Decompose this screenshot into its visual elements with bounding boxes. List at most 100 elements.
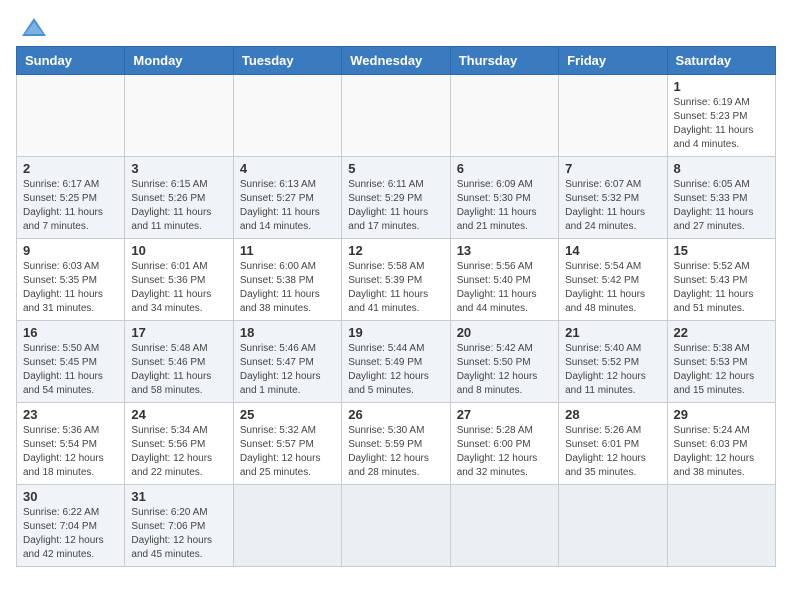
day-number: 31 [131,489,226,504]
day-number: 5 [348,161,443,176]
calendar-day-cell: 19 Sunrise: 5:44 AM Sunset: 5:49 PM Dayli… [342,321,450,403]
calendar-day-cell: 14Sunrise: 5:54 AM Sunset: 5:42 PM Dayli… [559,239,667,321]
calendar-week-row: 16 Sunrise: 5:50 AM Sunset: 5:45 PM Dayli… [17,321,776,403]
day-info: Sunrise: 6:03 AM Sunset: 5:35 PM Dayligh… [23,260,118,316]
day-info: Sunrise: 6:07 AM Sunset: 5:32 PM Dayligh… [565,178,660,234]
day-number: 27 [457,407,552,422]
day-info: Sunrise: 5:40 AM Sunset: 5:52 PM Dayligh… [565,342,660,398]
day-info: Sunrise: 5:34 AM Sunset: 5:56 PM Dayligh… [131,424,226,480]
day-info: Sunrise: 6:20 AM Sunset: 7:06 PM Dayligh… [131,506,226,562]
calendar-day-cell: 31 Sunrise: 6:20 AM Sunset: 7:06 PM Dayli… [125,485,233,567]
day-number: 1 [674,79,769,94]
day-number: 2 [23,161,118,176]
day-info: Sunrise: 6:15 AM Sunset: 5:26 PM Dayligh… [131,178,226,234]
calendar-day-cell: 8 Sunrise: 6:05 AM Sunset: 5:33 PM Daylig… [667,157,775,239]
day-number: 16 [23,325,118,340]
page-header [16,16,776,38]
day-number: 15 [674,243,769,258]
calendar-week-row: 1 Sunrise: 6:19 AM Sunset: 5:23 PM Daylig… [17,75,776,157]
weekday-header: Saturday [667,47,775,75]
calendar-day-cell [233,485,341,567]
day-number: 10 [131,243,226,258]
day-number: 3 [131,161,226,176]
day-info: Sunrise: 6:19 AM Sunset: 5:23 PM Dayligh… [674,96,769,152]
calendar-day-cell: 16 Sunrise: 5:50 AM Sunset: 5:45 PM Dayli… [17,321,125,403]
day-info: Sunrise: 5:58 AM Sunset: 5:39 PM Dayligh… [348,260,443,316]
calendar-header-row: SundayMondayTuesdayWednesdayThursdayFrid… [17,47,776,75]
day-info: Sunrise: 6:13 AM Sunset: 5:27 PM Dayligh… [240,178,335,234]
calendar-day-cell: 20 Sunrise: 5:42 AM Sunset: 5:50 PM Dayli… [450,321,558,403]
day-number: 25 [240,407,335,422]
day-info: Sunrise: 5:50 AM Sunset: 5:45 PM Dayligh… [23,342,118,398]
day-info: Sunrise: 5:30 AM Sunset: 5:59 PM Dayligh… [348,424,443,480]
calendar-day-cell [17,75,125,157]
calendar-day-cell: 3 Sunrise: 6:15 AM Sunset: 5:26 PM Daylig… [125,157,233,239]
calendar-day-cell: 22 Sunrise: 5:38 AM Sunset: 5:53 PM Dayli… [667,321,775,403]
day-number: 22 [674,325,769,340]
calendar-day-cell: 28 Sunrise: 5:26 AM Sunset: 6:01 PM Dayli… [559,403,667,485]
calendar-week-row: 2 Sunrise: 6:17 AM Sunset: 5:25 PM Daylig… [17,157,776,239]
day-number: 23 [23,407,118,422]
calendar-day-cell: 6 Sunrise: 6:09 AM Sunset: 5:30 PM Daylig… [450,157,558,239]
day-number: 21 [565,325,660,340]
day-info: Sunrise: 5:46 AM Sunset: 5:47 PM Dayligh… [240,342,335,398]
day-info: Sunrise: 5:38 AM Sunset: 5:53 PM Dayligh… [674,342,769,398]
day-info: Sunrise: 6:05 AM Sunset: 5:33 PM Dayligh… [674,178,769,234]
day-number: 8 [674,161,769,176]
calendar-day-cell: 17Sunrise: 5:48 AM Sunset: 5:46 PM Dayli… [125,321,233,403]
calendar-day-cell: 11Sunrise: 6:00 AM Sunset: 5:38 PM Dayli… [233,239,341,321]
day-info: Sunrise: 6:17 AM Sunset: 5:25 PM Dayligh… [23,178,118,234]
day-number: 19 [348,325,443,340]
day-number: 4 [240,161,335,176]
calendar-week-row: 30 Sunrise: 6:22 AM Sunset: 7:04 PM Dayli… [17,485,776,567]
calendar-day-cell [559,485,667,567]
day-number: 17 [131,325,226,340]
day-info: Sunrise: 6:22 AM Sunset: 7:04 PM Dayligh… [23,506,118,562]
calendar-day-cell: 15 Sunrise: 5:52 AM Sunset: 5:43 PM Dayli… [667,239,775,321]
day-info: Sunrise: 6:01 AM Sunset: 5:36 PM Dayligh… [131,260,226,316]
calendar-day-cell [450,75,558,157]
day-info: Sunrise: 5:26 AM Sunset: 6:01 PM Dayligh… [565,424,660,480]
calendar-day-cell: 5 Sunrise: 6:11 AM Sunset: 5:29 PM Daylig… [342,157,450,239]
calendar-day-cell: 4 Sunrise: 6:13 AM Sunset: 5:27 PM Daylig… [233,157,341,239]
day-number: 14 [565,243,660,258]
calendar-day-cell: 21 Sunrise: 5:40 AM Sunset: 5:52 PM Dayli… [559,321,667,403]
weekday-header: Sunday [17,47,125,75]
calendar-day-cell: 23 Sunrise: 5:36 AM Sunset: 5:54 PM Dayli… [17,403,125,485]
calendar-day-cell: 29Sunrise: 5:24 AM Sunset: 6:03 PM Dayli… [667,403,775,485]
calendar-day-cell: 10 Sunrise: 6:01 AM Sunset: 5:36 PM Dayli… [125,239,233,321]
day-number: 12 [348,243,443,258]
calendar-day-cell: 12 Sunrise: 5:58 AM Sunset: 5:39 PM Dayli… [342,239,450,321]
calendar-day-cell: 9 Sunrise: 6:03 AM Sunset: 5:35 PM Daylig… [17,239,125,321]
day-number: 26 [348,407,443,422]
calendar-day-cell [125,75,233,157]
day-info: Sunrise: 5:56 AM Sunset: 5:40 PM Dayligh… [457,260,552,316]
day-info: Sunrise: 5:24 AM Sunset: 6:03 PM Dayligh… [674,424,769,480]
calendar-week-row: 9 Sunrise: 6:03 AM Sunset: 5:35 PM Daylig… [17,239,776,321]
day-info: Sunrise: 5:28 AM Sunset: 6:00 PM Dayligh… [457,424,552,480]
calendar-day-cell: 27 Sunrise: 5:28 AM Sunset: 6:00 PM Dayli… [450,403,558,485]
day-info: Sunrise: 5:36 AM Sunset: 5:54 PM Dayligh… [23,424,118,480]
calendar-day-cell: 1 Sunrise: 6:19 AM Sunset: 5:23 PM Daylig… [667,75,775,157]
calendar-day-cell: 25 Sunrise: 5:32 AM Sunset: 5:57 PM Dayli… [233,403,341,485]
calendar-day-cell: 2 Sunrise: 6:17 AM Sunset: 5:25 PM Daylig… [17,157,125,239]
day-number: 30 [23,489,118,504]
day-number: 28 [565,407,660,422]
day-number: 9 [23,243,118,258]
day-info: Sunrise: 5:32 AM Sunset: 5:57 PM Dayligh… [240,424,335,480]
day-number: 20 [457,325,552,340]
day-number: 6 [457,161,552,176]
day-info: Sunrise: 5:42 AM Sunset: 5:50 PM Dayligh… [457,342,552,398]
day-number: 18 [240,325,335,340]
day-info: Sunrise: 5:52 AM Sunset: 5:43 PM Dayligh… [674,260,769,316]
day-info: Sunrise: 6:09 AM Sunset: 5:30 PM Dayligh… [457,178,552,234]
logo-icon [20,16,48,38]
day-number: 24 [131,407,226,422]
day-info: Sunrise: 6:11 AM Sunset: 5:29 PM Dayligh… [348,178,443,234]
day-info: Sunrise: 5:44 AM Sunset: 5:49 PM Dayligh… [348,342,443,398]
weekday-header: Wednesday [342,47,450,75]
calendar-week-row: 23 Sunrise: 5:36 AM Sunset: 5:54 PM Dayli… [17,403,776,485]
calendar-day-cell [450,485,558,567]
weekday-header: Tuesday [233,47,341,75]
calendar-day-cell [233,75,341,157]
